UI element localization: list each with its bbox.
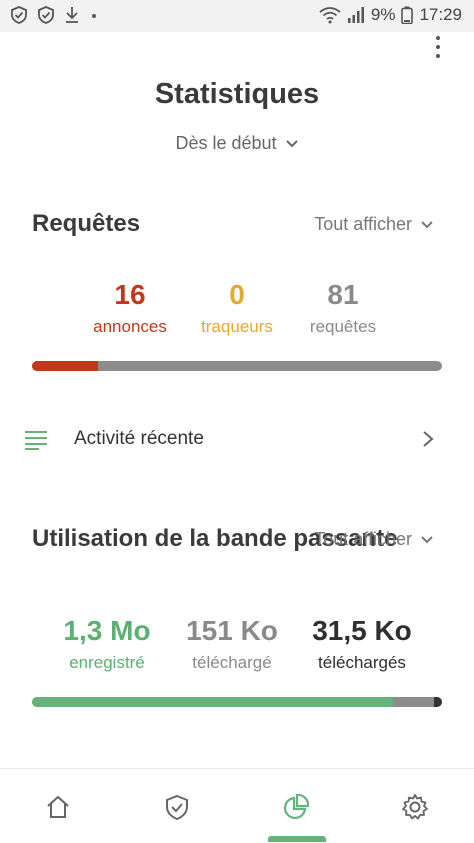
requests-label: requêtes <box>309 317 377 336</box>
nav-settings-button[interactable] <box>395 793 435 833</box>
bottom-navigation <box>0 768 474 843</box>
saved-value: 1,3 Mo <box>63 615 151 646</box>
chevron-down-icon <box>421 535 433 543</box>
shield-notification-icon-2 <box>38 6 54 24</box>
pie-chart-icon <box>283 793 310 820</box>
requests-progress-bar <box>32 361 442 371</box>
recent-activity-label: Activité récente <box>74 428 204 449</box>
chevron-down-icon <box>421 220 433 228</box>
saved-label: enregistré <box>69 653 145 672</box>
downloaded-value: 151 Ko <box>186 615 278 646</box>
page-title: Statistiques <box>154 78 320 110</box>
period-selector[interactable]: Dès le début <box>0 133 474 154</box>
nav-home-button[interactable] <box>38 793 78 833</box>
status-right: 9% 17:29 <box>319 5 462 25</box>
dot-icon <box>92 14 96 18</box>
nav-statistics-button[interactable] <box>276 793 316 833</box>
chevron-right-icon <box>423 431 434 447</box>
trackers-count: 0 <box>229 279 245 310</box>
ads-fill <box>32 361 98 371</box>
list-icon <box>25 431 47 450</box>
saved-fill <box>32 697 393 707</box>
notification-icons <box>10 6 99 24</box>
recent-activity-row[interactable]: Activité récente <box>0 418 474 460</box>
uploaded-label: téléchargés <box>318 653 406 672</box>
downloaded-stat: 151 Ko téléchargé <box>172 615 292 673</box>
signal-icon <box>347 7 364 23</box>
requests-count: 81 <box>327 279 359 310</box>
period-label: Dès le début <box>175 133 277 153</box>
show-all-label: Tout afficher <box>314 214 412 234</box>
ads-count: 16 <box>114 279 146 310</box>
ads-label: annonces <box>93 317 167 336</box>
download-icon <box>66 7 78 23</box>
saved-stat: 1,3 Mo enregistré <box>52 615 162 673</box>
nav-protection-button[interactable] <box>157 793 197 833</box>
requests-title: Requêtes <box>32 210 141 237</box>
gear-icon <box>402 794 428 820</box>
more-options-icon[interactable] <box>430 36 446 60</box>
clock: 17:29 <box>419 5 462 24</box>
chevron-down-icon <box>285 139 298 147</box>
status-bar: 9% 17:29 <box>0 0 474 32</box>
battery-percent: 9% <box>370 5 396 24</box>
trackers-stat: 0 traqueurs <box>192 279 282 337</box>
uploaded-value: 31,5 Ko <box>312 615 412 646</box>
ads-stat: 16 annonces <box>85 279 175 337</box>
shield-check-icon <box>166 794 188 821</box>
shield-notification-icon <box>11 6 27 24</box>
bandwidth-progress-bar <box>32 697 442 707</box>
requests-stat: 81 requêtes <box>298 279 388 337</box>
show-all-label: Tout afficher <box>314 529 412 549</box>
requests-show-all-button[interactable]: Tout afficher <box>314 214 434 235</box>
upload-fill <box>433 697 442 707</box>
active-tab-indicator <box>268 836 326 842</box>
battery-icon <box>401 6 414 24</box>
home-icon <box>47 795 69 818</box>
wifi-icon <box>319 7 341 24</box>
uploaded-stat: 31,5 Ko téléchargés <box>300 615 424 673</box>
trackers-label: traqueurs <box>201 317 273 336</box>
downloaded-label: téléchargé <box>192 653 272 672</box>
bandwidth-show-all-button[interactable]: Tout afficher <box>314 529 434 550</box>
